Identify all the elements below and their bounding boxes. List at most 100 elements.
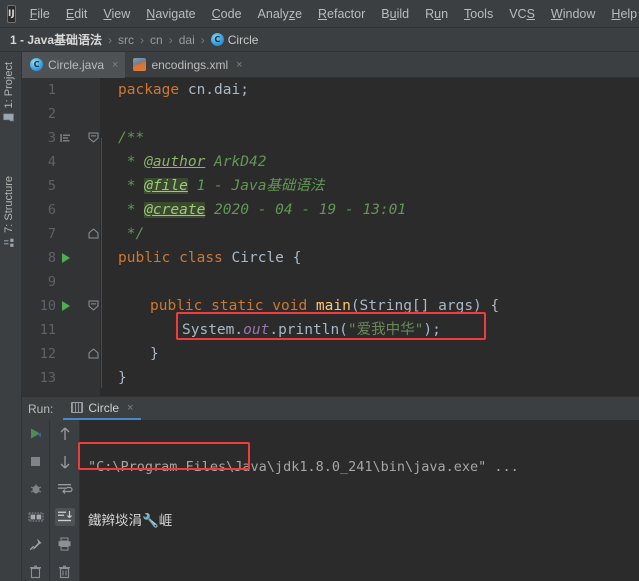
brace-close-method: } bbox=[150, 346, 159, 362]
menu-tools-label: ools bbox=[470, 6, 494, 21]
javadoc-star: * bbox=[126, 202, 136, 218]
tab-encodings-xml-label: encodings.xml bbox=[151, 57, 229, 72]
up-arrow-icon[interactable] bbox=[55, 425, 75, 444]
run-tab-label: Circle bbox=[88, 400, 120, 415]
line-number: 6 bbox=[47, 202, 56, 218]
menu-file-label: ile bbox=[37, 6, 50, 21]
fold-end-icon[interactable] bbox=[88, 348, 99, 359]
console-output[interactable]: "C:\Program Files\Java\jdk1.8.0_241\bin\… bbox=[80, 420, 639, 581]
javadoc-star: * bbox=[126, 178, 136, 194]
menu-navigate[interactable]: Navigate bbox=[138, 4, 203, 24]
print-icon[interactable] bbox=[55, 535, 75, 554]
breadcrumb-cn[interactable]: cn bbox=[150, 33, 163, 47]
restore-layout-icon[interactable] bbox=[26, 508, 46, 526]
line-number: 12 bbox=[39, 346, 56, 362]
sidebar-item-project[interactable]: 1: Project bbox=[1, 58, 17, 127]
breadcrumb-src[interactable]: src bbox=[118, 33, 134, 47]
menu-build[interactable]: Build bbox=[373, 4, 417, 24]
javadoc-tag-author: @author bbox=[144, 154, 206, 170]
intellij-logo-icon: IJ bbox=[7, 4, 16, 23]
menu-edit-label: dit bbox=[74, 6, 88, 21]
menu-edit[interactable]: Edit bbox=[58, 4, 96, 24]
menu-analyze[interactable]: Analyze bbox=[250, 4, 310, 24]
javadoc-create-value: 2020 - 04 - 19 - 13:01 bbox=[214, 202, 407, 218]
run-toolbar-right bbox=[50, 420, 80, 581]
string-literal: "爱我中华" bbox=[347, 322, 424, 338]
menu-help[interactable]: Help bbox=[603, 4, 639, 24]
run-tool-window-header: Run: Circle × bbox=[22, 396, 639, 420]
javadoc-author-value: ArkD42 bbox=[214, 154, 267, 170]
keyword-public: public bbox=[118, 250, 171, 266]
method-name-main: main bbox=[315, 298, 351, 314]
javadoc-icon[interactable] bbox=[60, 133, 71, 144]
indent-guide bbox=[101, 138, 102, 388]
run-tool-window: "C:\Program Files\Java\jdk1.8.0_241\bin\… bbox=[22, 420, 639, 581]
down-arrow-icon[interactable] bbox=[55, 453, 75, 472]
close-icon[interactable]: × bbox=[236, 59, 242, 71]
code-line-13: } bbox=[118, 366, 127, 390]
run-toolbar-left bbox=[22, 420, 50, 581]
javadoc-file-value: 1 - Java基础语法 bbox=[196, 178, 325, 194]
code-line-5: * @file 1 - Java基础语法 bbox=[118, 174, 324, 198]
rerun-icon[interactable] bbox=[26, 425, 46, 443]
semicolon: ; bbox=[432, 322, 441, 338]
clear-all-icon[interactable] bbox=[55, 563, 75, 581]
run-window-label: Run: bbox=[28, 401, 54, 416]
close-icon[interactable]: × bbox=[112, 59, 118, 71]
keyword-package: package bbox=[118, 82, 180, 98]
java-class-icon: C bbox=[30, 58, 43, 71]
pin-icon[interactable] bbox=[26, 536, 46, 554]
menu-tools[interactable]: Tools bbox=[456, 4, 501, 24]
class-name: Circle bbox=[231, 250, 284, 266]
brace-close-class: } bbox=[118, 370, 127, 386]
run-tab-circle[interactable]: Circle × bbox=[63, 397, 142, 420]
breadcrumb-file[interactable]: Circle bbox=[228, 33, 259, 47]
javadoc-tag-create: @create bbox=[144, 202, 206, 218]
menu-window-label: indow bbox=[562, 6, 596, 21]
code-editor[interactable]: 1 2 3 4 5 6 7 8 9 10 11 12 13 package cn… bbox=[22, 78, 639, 396]
menu-run[interactable]: Run bbox=[417, 4, 456, 24]
fold-collapse-icon[interactable] bbox=[88, 300, 99, 311]
debug-icon[interactable] bbox=[26, 480, 46, 498]
scroll-to-end-icon[interactable] bbox=[54, 507, 75, 526]
code-text-area[interactable]: package cn.dai; /** * @author ArkD42 * @… bbox=[100, 78, 639, 396]
menu-code[interactable]: Code bbox=[204, 4, 250, 24]
menu-window[interactable]: Window bbox=[543, 4, 603, 24]
class-icon: C bbox=[210, 33, 224, 46]
code-line-4: * @author ArkD42 bbox=[118, 150, 267, 174]
println-method: println bbox=[278, 322, 340, 338]
menu-refactor[interactable]: Refactor bbox=[310, 4, 373, 24]
line-number: 2 bbox=[47, 106, 56, 122]
run-method-gutter-icon[interactable] bbox=[62, 301, 70, 311]
line-number: 7 bbox=[47, 226, 56, 242]
breadcrumb-dai[interactable]: dai bbox=[179, 33, 195, 47]
tab-encodings-xml[interactable]: encodings.xml × bbox=[125, 52, 249, 77]
sidebar-item-structure[interactable]: 7: Structure bbox=[1, 172, 17, 252]
line-number: 3 bbox=[47, 130, 56, 146]
close-icon[interactable]: × bbox=[127, 402, 133, 414]
tab-circle-java[interactable]: C Circle.java × bbox=[22, 52, 126, 78]
menu-view[interactable]: View bbox=[95, 4, 138, 24]
paren-close: ) bbox=[423, 322, 433, 338]
javadoc-star: * bbox=[126, 154, 136, 170]
line-number: 8 bbox=[47, 250, 56, 266]
stop-icon[interactable] bbox=[26, 453, 46, 471]
package-name: cn.dai; bbox=[187, 82, 249, 98]
menu-vcs[interactable]: VCS bbox=[501, 4, 543, 24]
code-line-6: * @create 2020 - 04 - 19 - 13:01 bbox=[118, 198, 406, 222]
javadoc-open: /** bbox=[118, 130, 145, 146]
console-command-line: "C:\Program Files\Java\jdk1.8.0_241\bin\… bbox=[88, 459, 519, 475]
fold-collapse-icon[interactable] bbox=[88, 132, 99, 143]
editor-tab-bar: C Circle.java × encodings.xml × bbox=[22, 52, 639, 78]
run-class-gutter-icon[interactable] bbox=[62, 253, 70, 263]
menu-file[interactable]: File bbox=[22, 4, 58, 24]
line-number: 11 bbox=[39, 322, 56, 338]
trash-icon[interactable] bbox=[26, 563, 46, 581]
editor-gutter[interactable]: 1 2 3 4 5 6 7 8 9 10 11 12 13 bbox=[22, 78, 100, 396]
soft-wrap-icon[interactable] bbox=[55, 480, 75, 499]
breadcrumb-project[interactable]: 1 - Java基础语法 bbox=[10, 31, 102, 48]
breadcrumb: 1 - Java基础语法 › src › cn › dai › C Circle bbox=[0, 28, 639, 52]
paren-open: ( bbox=[339, 322, 348, 338]
intellij-window: IJ File Edit View Navigate Code Analyze … bbox=[0, 0, 639, 581]
fold-end-icon[interactable] bbox=[88, 228, 99, 239]
